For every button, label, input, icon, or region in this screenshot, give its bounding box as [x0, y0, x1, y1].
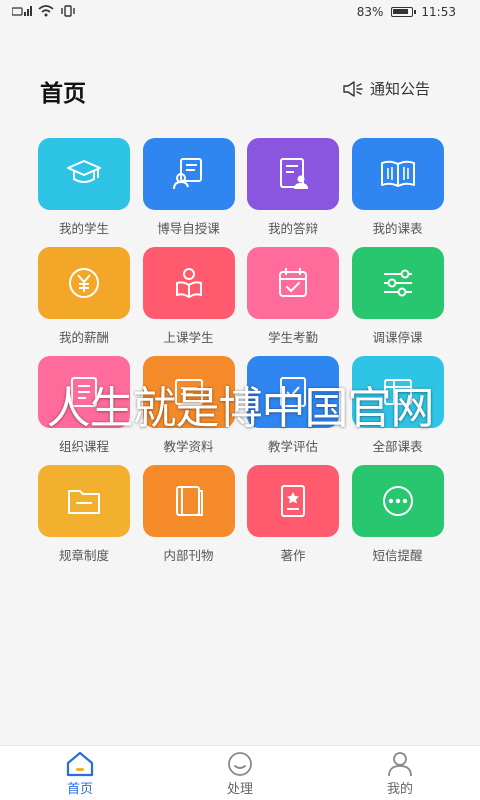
menu-tile-label: 教学评估 [267, 439, 318, 454]
folder-icon [68, 490, 100, 514]
menu-tile[interactable]: 我的薪酬 [38, 247, 130, 347]
tab-home[interactable]: 首页 [40, 750, 120, 797]
menu-tile-label: 教学资料 [163, 439, 214, 454]
menu-tile-icon-box [142, 247, 235, 319]
status-icons-left [12, 5, 76, 17]
tab-home-label: 首页 [66, 782, 93, 797]
menu-tile-label: 内部刊物 [163, 548, 214, 563]
menu-tile-label: 规章制度 [58, 548, 109, 563]
menu-tile[interactable]: 著作 [247, 465, 339, 565]
status-bar: 83% 11:53 [0, 0, 480, 26]
menu-tile-icon-box [351, 465, 444, 537]
teacher-board-icon [172, 158, 202, 190]
notice-button[interactable]: 通知公告 [342, 78, 430, 99]
menu-tile[interactable]: 我的答辩 [247, 138, 339, 238]
menu-tile-label: 我的薪酬 [58, 330, 109, 345]
menu-tile[interactable]: 调课停课 [351, 247, 444, 347]
menu-tile-icon-box [247, 247, 339, 319]
menu-tile-label: 调课停课 [372, 330, 423, 345]
document-person-icon [280, 158, 308, 189]
menu-tile-label: 组织课程 [58, 439, 109, 454]
student-reading-icon [175, 268, 202, 298]
home-icon [66, 751, 94, 777]
signal-icon [12, 5, 32, 16]
menu-tile-icon-box [38, 247, 130, 319]
menu-tile-label: 学生考勤 [267, 330, 318, 345]
vibrate-icon [61, 5, 75, 17]
chat-dots-icon [382, 486, 413, 516]
menu-tile-icon-box [142, 138, 235, 210]
menu-tile-label: 著作 [280, 548, 306, 563]
page-title: 首页 [40, 81, 86, 107]
books-icon [175, 486, 203, 516]
menu-tile-icon-box [351, 247, 444, 319]
menu-tile-icon-box [38, 138, 130, 210]
menu-tile[interactable]: 上课学生 [142, 247, 235, 347]
menu-tile-label: 我的学生 [58, 221, 109, 236]
notice-label: 通知公告 [369, 80, 430, 98]
clock: 11:53 [421, 5, 456, 19]
sliders-icon [383, 269, 412, 297]
user-icon [388, 752, 412, 777]
status-icons-right: 83% 11:53 [357, 5, 456, 19]
menu-tile[interactable]: 规章制度 [38, 465, 130, 565]
speaker-icon [343, 80, 363, 97]
menu-tile-label: 博导自授课 [157, 221, 220, 236]
battery-icon [391, 7, 417, 17]
calendar-check-icon [279, 268, 307, 297]
open-book-icon [380, 160, 415, 187]
bottom-tab-bar: 首页 处理 我的 [0, 745, 480, 800]
tab-mine[interactable]: 我的 [360, 750, 440, 797]
menu-tile[interactable]: 我的课表 [351, 138, 444, 238]
menu-tile[interactable]: 我的学生 [38, 138, 130, 238]
menu-tile-icon-box [38, 465, 130, 537]
menu-tile-label: 我的课表 [372, 221, 423, 236]
tab-process[interactable]: 处理 [200, 750, 280, 797]
menu-tile[interactable]: 学生考勤 [247, 247, 339, 347]
menu-tile-icon-box [247, 465, 339, 537]
watermark-text: 人生就是博中国官网 [46, 383, 435, 434]
menu-tile-icon-box [351, 138, 444, 210]
menu-tile[interactable]: 短信提醒 [351, 465, 444, 565]
menu-tile-label: 短信提醒 [372, 548, 423, 563]
battery-percent: 83% [356, 5, 384, 19]
tab-mine-label: 我的 [386, 782, 413, 797]
menu-tile-icon-box [247, 138, 339, 210]
menu-tile-label: 我的答辩 [267, 221, 318, 236]
certificate-icon [281, 485, 305, 517]
menu-tile-icon-box [142, 465, 235, 537]
menu-tile[interactable]: 内部刊物 [142, 465, 235, 565]
tab-process-label: 处理 [226, 782, 253, 797]
yen-coin-icon [69, 268, 99, 298]
graduation-cap-icon [67, 160, 101, 183]
menu-tile[interactable]: 博导自授课 [142, 138, 235, 238]
header: 首页 通知公告 [0, 70, 480, 110]
menu-tile-label: 上课学生 [163, 330, 214, 345]
menu-tile-label: 全部课表 [372, 439, 423, 454]
smile-icon [228, 752, 252, 776]
wifi-icon [38, 5, 54, 17]
